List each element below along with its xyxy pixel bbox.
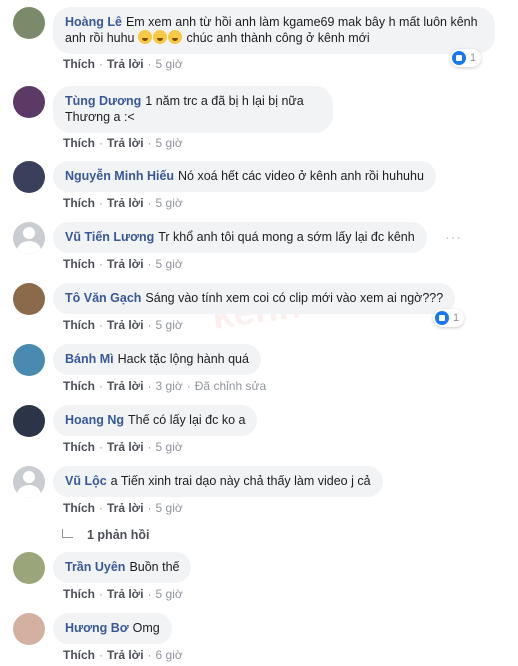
comment-text: Omg — [132, 621, 160, 635]
comment-text-continued: chúc anh thành công ở kênh mới — [186, 31, 370, 45]
like-link[interactable]: Thích — [63, 196, 95, 210]
comment-bubble: Vũ Lộc a Tiến xinh trai dạo này chả thấy … — [53, 466, 383, 497]
comment-time[interactable]: 5 giờ — [156, 501, 183, 515]
like-link[interactable]: Thích — [63, 501, 95, 515]
like-link[interactable]: Thích — [63, 257, 95, 271]
comment-actions: Thích · Trả lời · 5 giờ — [63, 440, 183, 454]
comment-actions: Thích · Trả lời · 5 giờ — [63, 587, 183, 601]
reply-link[interactable]: Trả lời — [107, 257, 144, 271]
avatar[interactable] — [13, 7, 45, 39]
comment-time[interactable]: 5 giờ — [156, 196, 183, 210]
comment-author[interactable]: Hoàng Lê — [65, 15, 122, 29]
comment-actions: Thích · Trả lời · 5 giờ — [63, 318, 183, 332]
comment-bubble: Trần Uyên Buồn thế — [53, 552, 192, 583]
emoji-group — [138, 30, 183, 45]
comment-text: a Tiến xinh trai dạo này chả thấy làm vi… — [110, 474, 371, 488]
comment-actions: Thích · Trả lời · 3 giờ · Đã chỉnh sửa — [63, 379, 267, 393]
comment-author[interactable]: Nguyễn Minh Hiếu — [65, 169, 174, 183]
like-link[interactable]: Thích — [63, 648, 95, 662]
reaction-count: 1 — [470, 52, 477, 64]
comment-author[interactable]: Bánh Mì — [65, 352, 114, 366]
comment-bubble: Hương Bơ Omg — [53, 613, 172, 644]
comment-bubble: Vũ Tiến Lương Tr khổ anh tôi quá mong a s… — [53, 222, 427, 253]
comment-bubble: Tô Văn Gạch Sáng vào tính xem coi có clip… — [53, 283, 456, 314]
comment-text-continued: Thương a :< — [65, 110, 135, 124]
reply-link[interactable]: Trả lời — [107, 648, 144, 662]
reply-link[interactable]: Trả lời — [107, 196, 144, 210]
comment-actions: Thích · Trả lời · 5 giờ — [63, 196, 183, 210]
comment-text: Buồn thế — [129, 560, 180, 574]
like-link[interactable]: Thích — [63, 379, 95, 393]
comment-author[interactable]: Trần Uyên — [65, 560, 125, 574]
comment-time[interactable]: 5 giờ — [156, 257, 183, 271]
comment-time[interactable]: 3 giờ — [156, 379, 183, 393]
comment-actions: Thích · Trả lời · 5 giờ — [63, 501, 183, 515]
reply-link[interactable]: Trả lời — [107, 501, 144, 515]
view-replies-link[interactable]: 1 phản hồi — [62, 528, 150, 542]
comment-time[interactable]: 5 giờ — [156, 440, 183, 454]
edited-label[interactable]: Đã chỉnh sửa — [195, 379, 266, 393]
comment-author[interactable]: Hương Bơ — [65, 621, 129, 635]
replies-count: 1 phản hồi — [87, 528, 150, 542]
reply-arrow-icon — [62, 529, 73, 538]
more-options-icon[interactable]: ··· — [445, 229, 462, 245]
reply-link[interactable]: Trả lời — [107, 587, 144, 601]
avatar[interactable] — [13, 466, 45, 498]
comment-bubble: Nguyễn Minh Hiếu Nó xoá hết các video ở k… — [53, 161, 436, 192]
like-link[interactable]: Thích — [63, 587, 95, 601]
reaction-badge[interactable]: 1 — [433, 309, 465, 327]
comment-time[interactable]: 5 giờ — [156, 57, 183, 71]
comment-actions: Thích · Trả lời · 6 giờ — [63, 648, 183, 662]
avatar[interactable] — [13, 344, 45, 376]
comment-author[interactable]: Vũ Lộc — [65, 474, 107, 488]
reply-link[interactable]: Trả lời — [107, 379, 144, 393]
crying-emoji-icon — [168, 30, 182, 44]
comment-bubble: Bánh Mì Hack tặc lộng hành quá — [53, 344, 261, 375]
comment-actions: Thích · Trả lời · 5 giờ — [63, 57, 183, 71]
comment-text: Hack tặc lộng hành quá — [117, 352, 249, 366]
avatar[interactable] — [13, 405, 45, 437]
crying-emoji-icon — [153, 30, 167, 44]
like-link[interactable]: Thích — [63, 57, 95, 71]
like-link[interactable]: Thích — [63, 440, 95, 454]
reply-link[interactable]: Trả lời — [107, 136, 144, 150]
reply-link[interactable]: Trả lời — [107, 440, 144, 454]
reaction-badge[interactable]: 1 — [450, 49, 482, 67]
reply-link[interactable]: Trả lời — [107, 57, 144, 71]
crying-emoji-icon — [138, 30, 152, 44]
comment-author[interactable]: Tùng Dương — [65, 94, 141, 108]
comment-author[interactable]: Vũ Tiến Lương — [65, 230, 154, 244]
comment-text: Thế có lấy lại đc ko a — [128, 413, 246, 427]
avatar[interactable] — [13, 222, 45, 254]
like-link[interactable]: Thích — [63, 318, 95, 332]
avatar[interactable] — [13, 161, 45, 193]
comment-text: 1 năm trc a đã bị h lại bị nữa — [145, 94, 304, 108]
comment-text: Sáng vào tính xem coi có clip mới vào xe… — [145, 291, 444, 305]
comment-text: Nó xoá hết các video ở kênh anh rồi huhu… — [178, 169, 424, 183]
like-link[interactable]: Thích — [63, 136, 95, 150]
avatar[interactable] — [13, 283, 45, 315]
comment-author[interactable]: Hoang Ng — [65, 413, 124, 427]
comment-bubble: Hoang Ng Thế có lấy lại đc ko a — [53, 405, 258, 436]
comment-time[interactable]: 5 giờ — [156, 318, 183, 332]
reply-link[interactable]: Trả lời — [107, 318, 144, 332]
comment-time[interactable]: 5 giờ — [156, 587, 183, 601]
comment-bubble: Tùng Dương 1 năm trc a đã bị h lại bị nữa… — [53, 86, 333, 133]
comment-actions: Thích · Trả lời · 5 giờ — [63, 136, 183, 150]
like-icon — [452, 51, 466, 65]
comment-time[interactable]: 6 giờ — [156, 648, 183, 662]
comment-text: Tr khổ anh tôi quá mong a sớm lấy lại đc… — [158, 230, 415, 244]
comment-author[interactable]: Tô Văn Gạch — [65, 291, 141, 305]
avatar[interactable] — [13, 86, 45, 118]
avatar[interactable] — [13, 613, 45, 645]
like-icon — [435, 311, 449, 325]
comment-time[interactable]: 5 giờ — [156, 136, 183, 150]
reaction-count: 1 — [453, 312, 460, 324]
comment-actions: Thích · Trả lời · 5 giờ — [63, 257, 183, 271]
comment-bubble: Hoàng Lê Em xem anh từ hồi anh làm kgame6… — [53, 7, 495, 54]
avatar[interactable] — [13, 552, 45, 584]
